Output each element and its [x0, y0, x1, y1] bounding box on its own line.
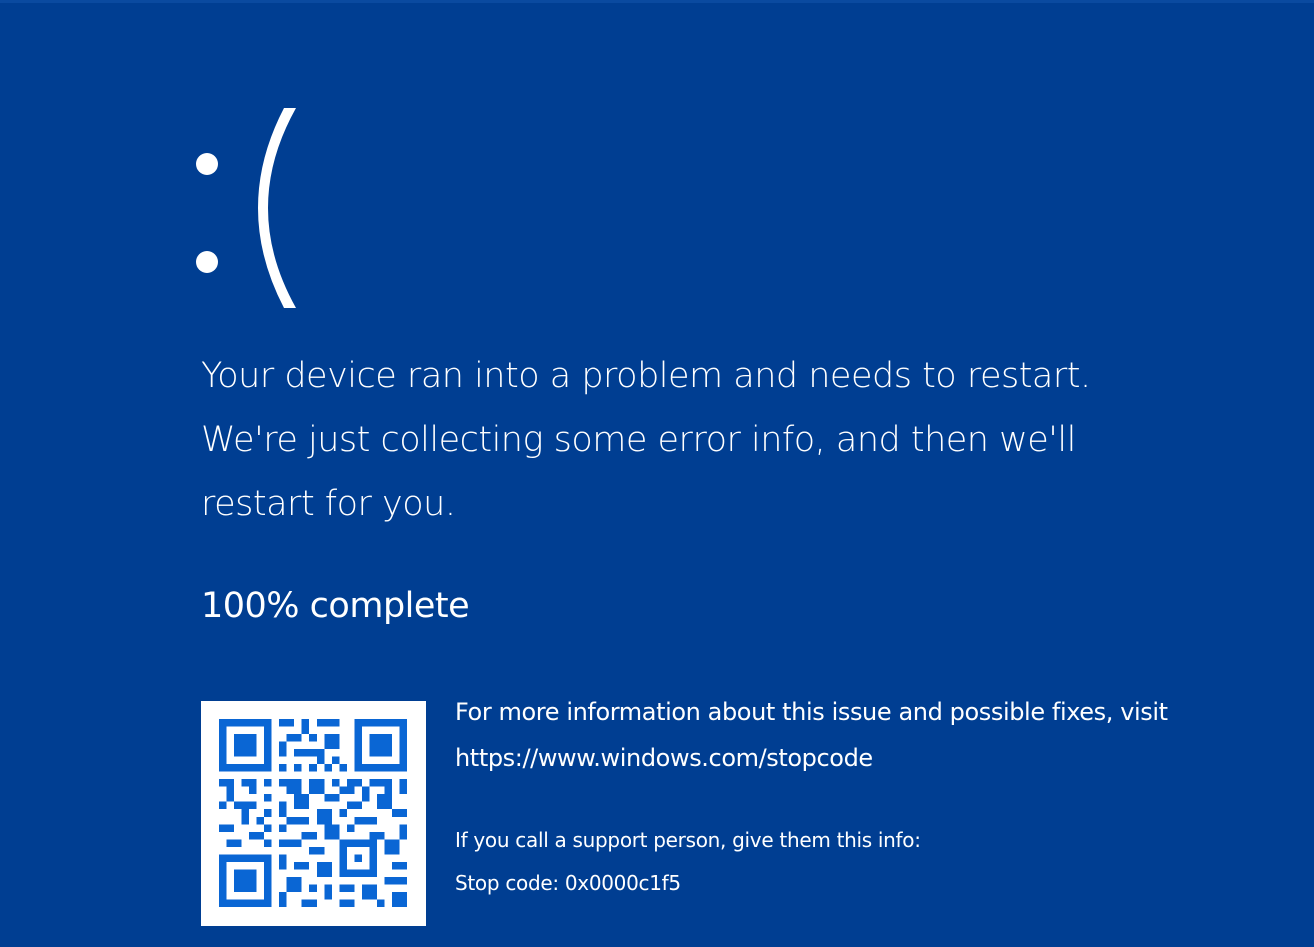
- progress-text: 100% complete: [201, 586, 470, 626]
- qr-code: [201, 701, 426, 926]
- sad-face-icon: [188, 92, 308, 322]
- screen-top-edge: [0, 0, 1314, 3]
- error-message: Your device ran into a problem and needs…: [201, 344, 1261, 536]
- qr-code-icon: [219, 719, 407, 907]
- more-info-text: For more information about this issue an…: [455, 698, 1168, 726]
- support-info-text: If you call a support person, give them …: [455, 828, 921, 852]
- error-message-line-1: Your device ran into a problem and needs…: [201, 356, 1091, 396]
- error-message-line-3: restart for you.: [201, 484, 456, 524]
- stopcode-url: https://www.windows.com/stopcode: [455, 744, 873, 772]
- stop-code: Stop code: 0x0000c1f5: [455, 871, 681, 895]
- error-message-line-2: We're just collecting some error info, a…: [201, 420, 1076, 460]
